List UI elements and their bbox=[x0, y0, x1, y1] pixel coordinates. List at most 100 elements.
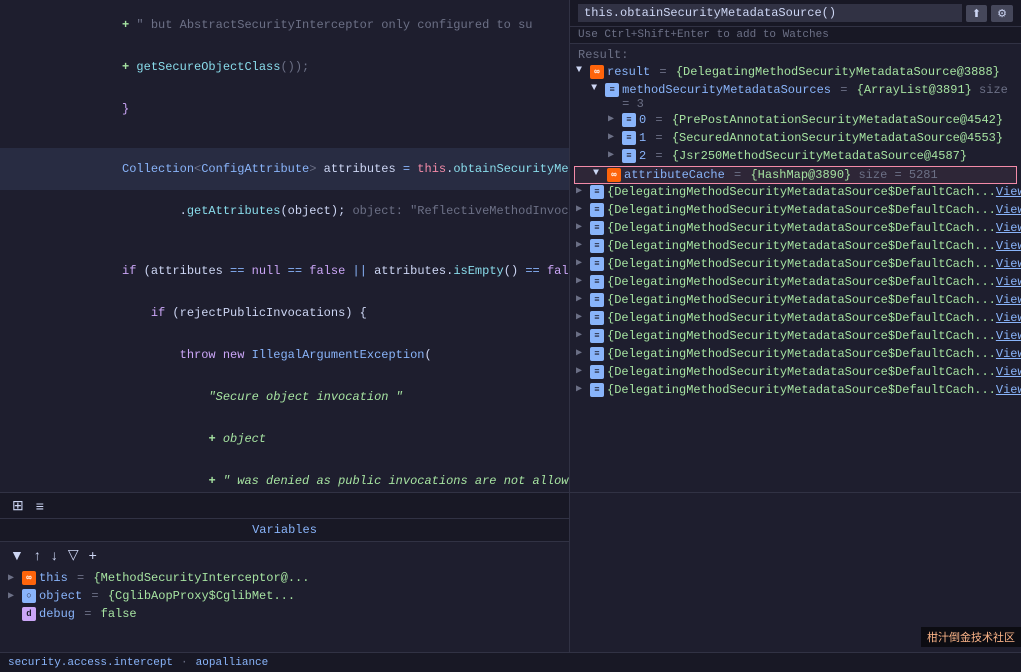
tree-item-cache-9[interactable]: ▶ ≡ {DelegatingMethodSecurityMetadataSou… bbox=[574, 346, 1017, 364]
expression-settings-btn[interactable]: ⚙ bbox=[991, 5, 1013, 22]
code-line: + " was denied as public invocations are… bbox=[0, 460, 569, 492]
tree-arrow[interactable]: ▶ bbox=[576, 293, 588, 305]
code-line bbox=[0, 232, 569, 250]
tree-arrow[interactable]: ▶ bbox=[608, 131, 620, 143]
object-icon: ○ bbox=[22, 589, 36, 603]
cache3-icon: ≡ bbox=[590, 239, 604, 253]
up-btn[interactable]: ↑ bbox=[30, 545, 45, 565]
status-separator: · bbox=[181, 657, 188, 669]
cache9-icon: ≡ bbox=[590, 347, 604, 361]
code-line-highlight: Collection<ConfigAttribute> attributes =… bbox=[0, 148, 569, 190]
tree-arrow[interactable]: ▶ bbox=[576, 203, 588, 215]
tree-item-0[interactable]: ▶ ≡ 0 = {PrePostAnnotationSecurityMetada… bbox=[574, 112, 1017, 130]
var-arrow[interactable]: ▶ bbox=[8, 590, 20, 602]
tree-item-cache-6[interactable]: ▶ ≡ {DelegatingMethodSecurityMetadataSou… bbox=[574, 292, 1017, 310]
view-link[interactable]: View bbox=[996, 239, 1021, 253]
tree-arrow[interactable]: ▶ bbox=[576, 383, 588, 395]
view-link[interactable]: View bbox=[996, 347, 1021, 361]
tree-item-cache-4[interactable]: ▶ ≡ {DelegatingMethodSecurityMetadataSou… bbox=[574, 256, 1017, 274]
tree-item-2[interactable]: ▶ ≡ 2 = {Jsr250MethodSecurityMetadataSou… bbox=[574, 148, 1017, 166]
tree-item-cache-7[interactable]: ▶ ≡ {DelegatingMethodSecurityMetadataSou… bbox=[574, 310, 1017, 328]
cache6-icon: ≡ bbox=[590, 293, 604, 307]
tree-item-cache-5[interactable]: ▶ ≡ {DelegatingMethodSecurityMetadataSou… bbox=[574, 274, 1017, 292]
cache0-icon: ≡ bbox=[590, 185, 604, 199]
toolbar-row: ▼ ↑ ↓ ▽ + bbox=[0, 542, 569, 567]
expression-expand-btn[interactable]: ⬆ bbox=[966, 5, 987, 22]
tree-item-result[interactable]: ▼ ∞ result = {DelegatingMethodSecurityMe… bbox=[574, 64, 1017, 82]
tree-arrow[interactable]: ▼ bbox=[591, 83, 603, 94]
tree-arrow[interactable]: ▼ bbox=[576, 65, 588, 76]
tree-item-cache-0[interactable]: ▶ ≡ {DelegatingMethodSecurityMetadataSou… bbox=[574, 184, 1017, 202]
tree-item-method-sources[interactable]: ▼ ≡ methodSecurityMetadataSources = {Arr… bbox=[574, 82, 1017, 112]
tree-arrow[interactable]: ▶ bbox=[576, 275, 588, 287]
view-link[interactable]: View bbox=[996, 221, 1021, 235]
code-line: + getSecureObjectClass()); bbox=[0, 46, 569, 88]
status-left: security.access.intercept bbox=[8, 657, 173, 669]
view-link[interactable]: View bbox=[996, 203, 1021, 217]
cache10-icon: ≡ bbox=[590, 365, 604, 379]
view-link[interactable]: View bbox=[996, 293, 1021, 307]
view-link[interactable]: View bbox=[996, 311, 1021, 325]
cache8-icon: ≡ bbox=[590, 329, 604, 343]
tree-arrow[interactable]: ▶ bbox=[576, 239, 588, 251]
view-link[interactable]: View bbox=[996, 365, 1021, 379]
cache2-icon: ≡ bbox=[590, 221, 604, 235]
var-arrow[interactable]: ▶ bbox=[8, 572, 20, 584]
tree-item-cache-10[interactable]: ▶ ≡ {DelegatingMethodSecurityMetadataSou… bbox=[574, 364, 1017, 382]
tree-arrow[interactable]: ▼ bbox=[593, 168, 605, 179]
view-link[interactable]: View bbox=[996, 329, 1021, 343]
watermark: 柑汁倒金技术社区 bbox=[921, 627, 1021, 647]
tree-item-attribute-cache[interactable]: ▼ ∞ attributeCache = {HashMap@3890} size… bbox=[574, 166, 1017, 184]
tree-arrow[interactable]: ▶ bbox=[608, 149, 620, 161]
add-btn[interactable]: + bbox=[85, 545, 101, 565]
dropdown-btn[interactable]: ▼ bbox=[6, 545, 28, 565]
var-item-debug[interactable]: ▶ d debug = false bbox=[4, 605, 565, 623]
tree-item-cache-11[interactable]: ▶ ≡ {DelegatingMethodSecurityMetadataSou… bbox=[574, 382, 1017, 400]
tree-arrow[interactable]: ▶ bbox=[576, 365, 588, 377]
layout-grid-btn[interactable]: ⊞ bbox=[8, 495, 28, 516]
var-item-object[interactable]: ▶ ○ object = {CglibAopProxy$CglibMet... bbox=[4, 587, 565, 605]
view-link[interactable]: View bbox=[996, 185, 1021, 199]
tree-item-cache-2[interactable]: ▶ ≡ {DelegatingMethodSecurityMetadataSou… bbox=[574, 220, 1017, 238]
this-icon: ∞ bbox=[22, 571, 36, 585]
method-sources-icon: ≡ bbox=[605, 83, 619, 97]
status-bar: security.access.intercept · aopalliance bbox=[0, 652, 1021, 672]
code-line: + " but AbstractSecurityInterceptor only… bbox=[0, 4, 569, 46]
down-btn[interactable]: ↓ bbox=[47, 545, 62, 565]
tree-arrow[interactable]: ▶ bbox=[576, 347, 588, 359]
view-link[interactable]: View bbox=[996, 383, 1021, 397]
cache5-icon: ≡ bbox=[590, 275, 604, 289]
expression-input[interactable] bbox=[578, 4, 962, 22]
tree-arrow[interactable]: ▶ bbox=[576, 329, 588, 341]
code-line: throw new IllegalArgumentException( bbox=[0, 334, 569, 376]
code-line: "Secure object invocation " bbox=[0, 376, 569, 418]
view-link[interactable]: View bbox=[996, 257, 1021, 271]
tree-arrow[interactable]: ▶ bbox=[576, 185, 588, 197]
tree-item-cache-3[interactable]: ▶ ≡ {DelegatingMethodSecurityMetadataSou… bbox=[574, 238, 1017, 256]
tree-arrow[interactable]: ▶ bbox=[576, 257, 588, 269]
tree-item-cache-8[interactable]: ▶ ≡ {DelegatingMethodSecurityMetadataSou… bbox=[574, 328, 1017, 346]
main-area: + " but AbstractSecurityInterceptor only… bbox=[0, 0, 1021, 492]
right-panel: ⬆ ⚙ Use Ctrl+Shift+Enter to add to Watch… bbox=[570, 0, 1021, 492]
code-line bbox=[0, 130, 569, 148]
code-line: if (attributes == null == false || attri… bbox=[0, 250, 569, 292]
item0-icon: ≡ bbox=[622, 113, 636, 127]
cache1-icon: ≡ bbox=[590, 203, 604, 217]
variables-label: Variables bbox=[0, 519, 569, 542]
result-tree[interactable]: ▼ ∞ result = {DelegatingMethodSecurityMe… bbox=[570, 64, 1021, 492]
result-label: Result: bbox=[570, 44, 1021, 64]
variables-content: ▶ ∞ this = {MethodSecurityInterceptor@..… bbox=[0, 567, 569, 652]
var-item-this[interactable]: ▶ ∞ this = {MethodSecurityInterceptor@..… bbox=[4, 569, 565, 587]
attribute-cache-icon: ∞ bbox=[607, 168, 621, 182]
filter-btn[interactable]: ▽ bbox=[64, 544, 83, 565]
tree-item-1[interactable]: ▶ ≡ 1 = {SecuredAnnotationSecurityMetada… bbox=[574, 130, 1017, 148]
layout-list-btn[interactable]: ≡ bbox=[32, 496, 48, 516]
bottom-left: ⊞ ≡ Variables ▼ ↑ ↓ ▽ + ▶ ∞ this = {Meth… bbox=[0, 493, 570, 652]
tree-arrow[interactable]: ▶ bbox=[608, 113, 620, 125]
tree-item-cache-1[interactable]: ▶ ≡ {DelegatingMethodSecurityMetadataSou… bbox=[574, 202, 1017, 220]
view-link[interactable]: View bbox=[996, 275, 1021, 289]
expression-bar: ⬆ ⚙ bbox=[570, 0, 1021, 27]
tree-arrow[interactable]: ▶ bbox=[576, 221, 588, 233]
tree-arrow[interactable]: ▶ bbox=[576, 311, 588, 323]
cache7-icon: ≡ bbox=[590, 311, 604, 325]
